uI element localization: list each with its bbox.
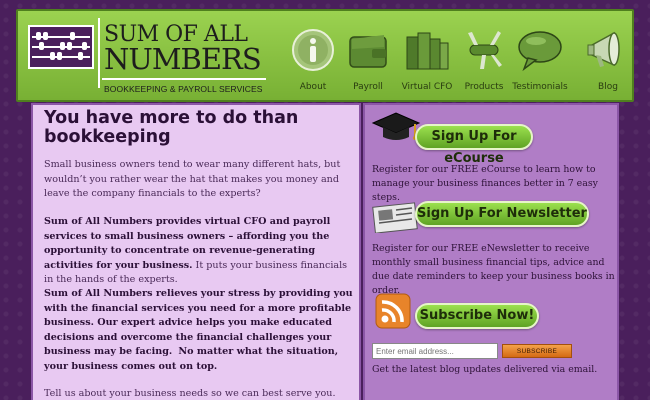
contact-paragraph: Tell us about your business needs so we … (44, 388, 336, 399)
newspaper-icon (372, 202, 418, 233)
logo-text-line2: NUMBERS (104, 42, 262, 76)
books-icon (406, 32, 449, 70)
nav-label-products: Products (464, 82, 504, 92)
ecourse-signup-button[interactable]: Sign Up For eCourse (415, 124, 533, 166)
intro-paragraph: Small business owners tend to wear many … (44, 159, 341, 199)
nav-item-blog[interactable]: Blog (579, 11, 637, 101)
nav-label-blog: Blog (598, 82, 618, 92)
nav-item-virtual-cfo[interactable]: Virtual CFO (398, 11, 456, 101)
ecourse-description: Register for our FREE eCourse to learn h… (372, 164, 598, 203)
rss-icon (375, 293, 411, 329)
nav-item-about[interactable]: About (284, 11, 342, 101)
services-paragraph: Sum of All Numbers provides virtual CFO … (44, 215, 356, 288)
site-logo[interactable]: SUM OF ALL NUMBERS BOOKKEEPING & PAYROLL… (24, 18, 270, 98)
subscribe-now-button[interactable]: Subscribe Now! (415, 303, 539, 329)
logo-divider (98, 18, 100, 88)
nav-item-payroll[interactable]: Payroll (339, 11, 397, 101)
nav-item-products[interactable]: Products (455, 11, 513, 101)
wallet-icon (349, 35, 387, 68)
page-title: You have more to do than bookkeeping (44, 108, 299, 147)
email-field[interactable] (372, 343, 498, 359)
main-nav: About Payroll Virtual CFO Products Testi… (272, 11, 632, 104)
info-icon (292, 29, 334, 71)
swiss-knife-icon (468, 31, 502, 69)
site-header: SUM OF ALL NUMBERS BOOKKEEPING & PAYROLL… (16, 9, 634, 102)
logo-tagline: BOOKKEEPING & PAYROLL SERVICES (104, 84, 263, 94)
nav-label-testimonials: Testimonials (512, 82, 568, 92)
blog-updates-text: Get the latest blog updates delivered vi… (372, 364, 598, 375)
sidebar: Sign Up For eCourse Register for our FRE… (363, 103, 619, 400)
megaphone-icon (587, 31, 620, 67)
speech-bubble-icon (518, 31, 562, 72)
nav-label-about: About (299, 82, 327, 92)
newsletter-signup-button[interactable]: Sign Up For Newsletter (415, 201, 589, 227)
nav-label-payroll: Payroll (353, 82, 383, 92)
newsletter-description: Register for our FREE eNewsletter to rec… (372, 243, 615, 296)
subscribe-button[interactable]: SUBSCRIBE (502, 344, 572, 358)
nav-item-testimonials[interactable]: Testimonials (511, 11, 569, 101)
main-content: You have more to do than bookkeeping Sma… (31, 103, 361, 400)
stress-paragraph: Sum of All Numbers relieves your stress … (44, 287, 356, 374)
nav-label-virtual-cfo: Virtual CFO (401, 82, 453, 92)
abacus-icon (28, 25, 94, 69)
logo-rule (102, 78, 266, 80)
graduation-cap-icon (371, 112, 421, 140)
